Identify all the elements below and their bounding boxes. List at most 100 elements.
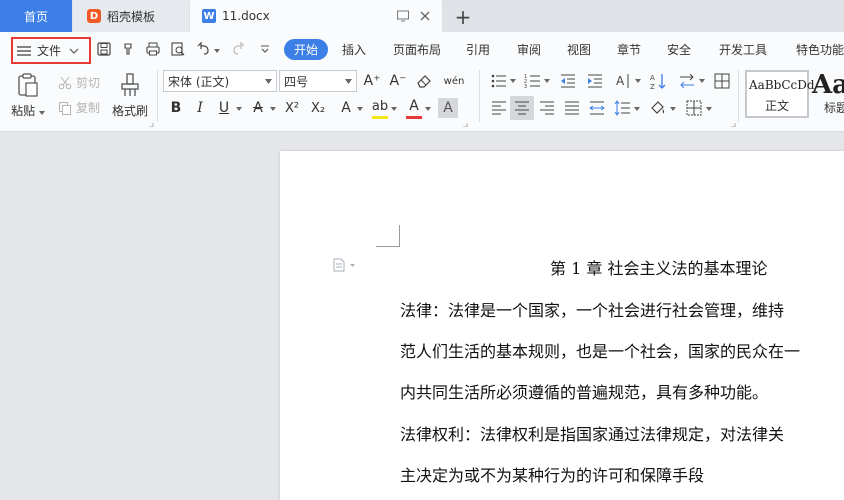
text-effect-button[interactable]: A	[336, 98, 356, 118]
document-workspace: 第 1 章 社会主义法的基本理论 法律：法律是一个国家，一个社会进行社会管理，维…	[0, 133, 844, 500]
copy-label: 复制	[76, 101, 101, 115]
separator	[738, 70, 739, 122]
paragraph-dialog-icon[interactable]	[730, 123, 736, 127]
format-cleaner-icon[interactable]	[121, 41, 137, 57]
menu-tab-references[interactable]: 引用	[466, 41, 490, 58]
print-preview-icon[interactable]	[170, 41, 186, 57]
document-line: 主决定为或不为某种行为的许可和保障手段	[400, 466, 705, 485]
highlight-button[interactable]: ab	[370, 96, 390, 116]
superscript-button[interactable]: X²	[282, 98, 302, 118]
menu-tab-page-layout[interactable]: 页面布局	[393, 41, 441, 58]
numbered-list-icon[interactable]: 1 2 3	[523, 71, 543, 91]
svg-text:A: A	[616, 74, 625, 88]
sort-icon[interactable]: A Z	[648, 71, 668, 91]
font-size-select[interactable]: 四号	[279, 70, 357, 92]
paragraph-menu-icon[interactable]	[332, 258, 356, 272]
new-tab-button[interactable]: +	[452, 5, 474, 29]
font-color-dropdown-icon[interactable]	[425, 107, 431, 111]
menu-tab-start[interactable]: 开始	[284, 39, 328, 60]
paragraph-spacing-icon[interactable]	[613, 98, 633, 118]
borders-icon[interactable]	[684, 98, 704, 118]
close-tab-icon[interactable]	[418, 9, 432, 23]
phonetic-guide-button[interactable]: wén	[440, 71, 468, 91]
grow-font-button[interactable]: A⁺	[362, 71, 382, 91]
eraser-icon[interactable]	[414, 71, 434, 91]
bullet-list-icon[interactable]	[489, 71, 509, 91]
tab-home[interactable]: 首页	[0, 0, 72, 32]
copy-button[interactable]: 复制	[58, 99, 100, 116]
align-left-icon[interactable]	[489, 98, 509, 118]
svg-text:A: A	[650, 74, 655, 82]
font-size-value: 四号	[284, 74, 309, 89]
tab-document[interactable]: W 11.docx	[190, 0, 442, 32]
print-icon[interactable]	[145, 41, 161, 57]
save-icon[interactable]	[96, 41, 112, 57]
separator	[157, 70, 158, 122]
format-painter-label: 格式刷	[111, 104, 148, 118]
font-name-select[interactable]: 宋体 (正文)	[163, 70, 277, 92]
increase-indent-icon[interactable]	[585, 71, 605, 91]
italic-button[interactable]: I	[190, 98, 210, 118]
menu-tab-special-features[interactable]: 特色功能	[796, 41, 844, 58]
monitor-icon[interactable]	[396, 9, 410, 23]
paste-label: 粘贴	[11, 104, 36, 118]
cut-button[interactable]: 剪切	[58, 74, 100, 91]
distributed-align-icon[interactable]	[587, 98, 607, 118]
strikethrough-dropdown-icon[interactable]	[270, 107, 276, 111]
underline-button[interactable]: U	[214, 98, 234, 118]
menu-tab-insert[interactable]: 插入	[342, 41, 366, 58]
chinese-layout-icon[interactable]: A	[614, 71, 634, 91]
redo-icon[interactable]	[230, 41, 246, 57]
svg-text:Z: Z	[650, 83, 655, 91]
undo-icon[interactable]	[196, 41, 212, 57]
decrease-indent-icon[interactable]	[558, 71, 578, 91]
file-menu-button[interactable]: 文件	[11, 37, 91, 64]
line-spacing-dropdown-icon[interactable]	[699, 79, 705, 83]
menu-row: 文件 开始 插入 页面布局 引用 审阅 视图 章节 安全 开发工具 特色功能	[0, 32, 844, 66]
customize-toolbar-icon[interactable]	[257, 41, 273, 57]
margin-corner-mark	[376, 225, 400, 247]
menu-tab-security[interactable]: 安全	[667, 41, 691, 58]
bullet-list-dropdown-icon[interactable]	[510, 79, 516, 83]
justify-icon[interactable]	[562, 98, 582, 118]
svg-text:3: 3	[524, 84, 527, 90]
paragraph-shading-dropdown-icon[interactable]	[670, 107, 676, 111]
borders-dropdown-icon[interactable]	[706, 107, 712, 111]
character-shading-button[interactable]: A	[438, 98, 458, 118]
clipboard-dialog-icon[interactable]	[148, 123, 154, 127]
style-heading[interactable]: Aa 标题	[812, 70, 844, 118]
menu-tab-view[interactable]: 视图	[567, 41, 591, 58]
document-page[interactable]: 第 1 章 社会主义法的基本理论 法律：法律是一个国家，一个社会进行社会管理，维…	[280, 151, 844, 500]
align-right-icon[interactable]	[537, 98, 557, 118]
font-name-value: 宋体 (正文)	[168, 74, 230, 89]
strikethrough-button[interactable]: A	[248, 98, 268, 118]
menu-tab-review[interactable]: 审阅	[517, 41, 541, 58]
style-normal[interactable]: AaBbCcDd 正文	[745, 70, 815, 118]
line-spacing-icon[interactable]	[677, 71, 697, 91]
font-dialog-icon[interactable]	[462, 123, 468, 127]
subscript-button[interactable]: X₂	[308, 98, 328, 118]
chinese-layout-dropdown-icon[interactable]	[635, 79, 641, 83]
docer-logo-icon: D	[87, 9, 101, 23]
shrink-font-button[interactable]: A⁻	[388, 71, 408, 91]
undo-dropdown-icon[interactable]	[214, 49, 220, 53]
underline-dropdown-icon[interactable]	[236, 107, 242, 111]
font-color-button[interactable]: A	[404, 96, 424, 116]
ribbon: 文件 开始 插入 页面布局 引用 审阅 视图 章节 安全 开发工具 特色功能 粘…	[0, 32, 844, 132]
paragraph-spacing-dropdown-icon[interactable]	[634, 107, 640, 111]
paste-icon	[18, 73, 38, 97]
bold-button[interactable]: B	[166, 98, 186, 118]
show-paragraph-marks-icon[interactable]	[712, 71, 732, 91]
menu-tab-sections[interactable]: 章节	[617, 41, 641, 58]
tab-docer-label: 稻壳模板	[107, 9, 156, 24]
numbered-list-dropdown-icon[interactable]	[544, 79, 550, 83]
text-effect-dropdown-icon[interactable]	[357, 107, 363, 111]
menu-tab-developer[interactable]: 开发工具	[719, 41, 767, 58]
format-painter-button[interactable]: 格式刷	[108, 72, 152, 120]
align-center-icon[interactable]	[512, 98, 532, 118]
highlight-dropdown-icon[interactable]	[391, 107, 397, 111]
paragraph-shading-icon[interactable]	[648, 98, 668, 118]
paste-button[interactable]: 粘贴	[10, 72, 46, 120]
tab-docer-templates[interactable]: D 稻壳模板	[73, 0, 189, 32]
highlight-color-bar	[372, 116, 388, 119]
